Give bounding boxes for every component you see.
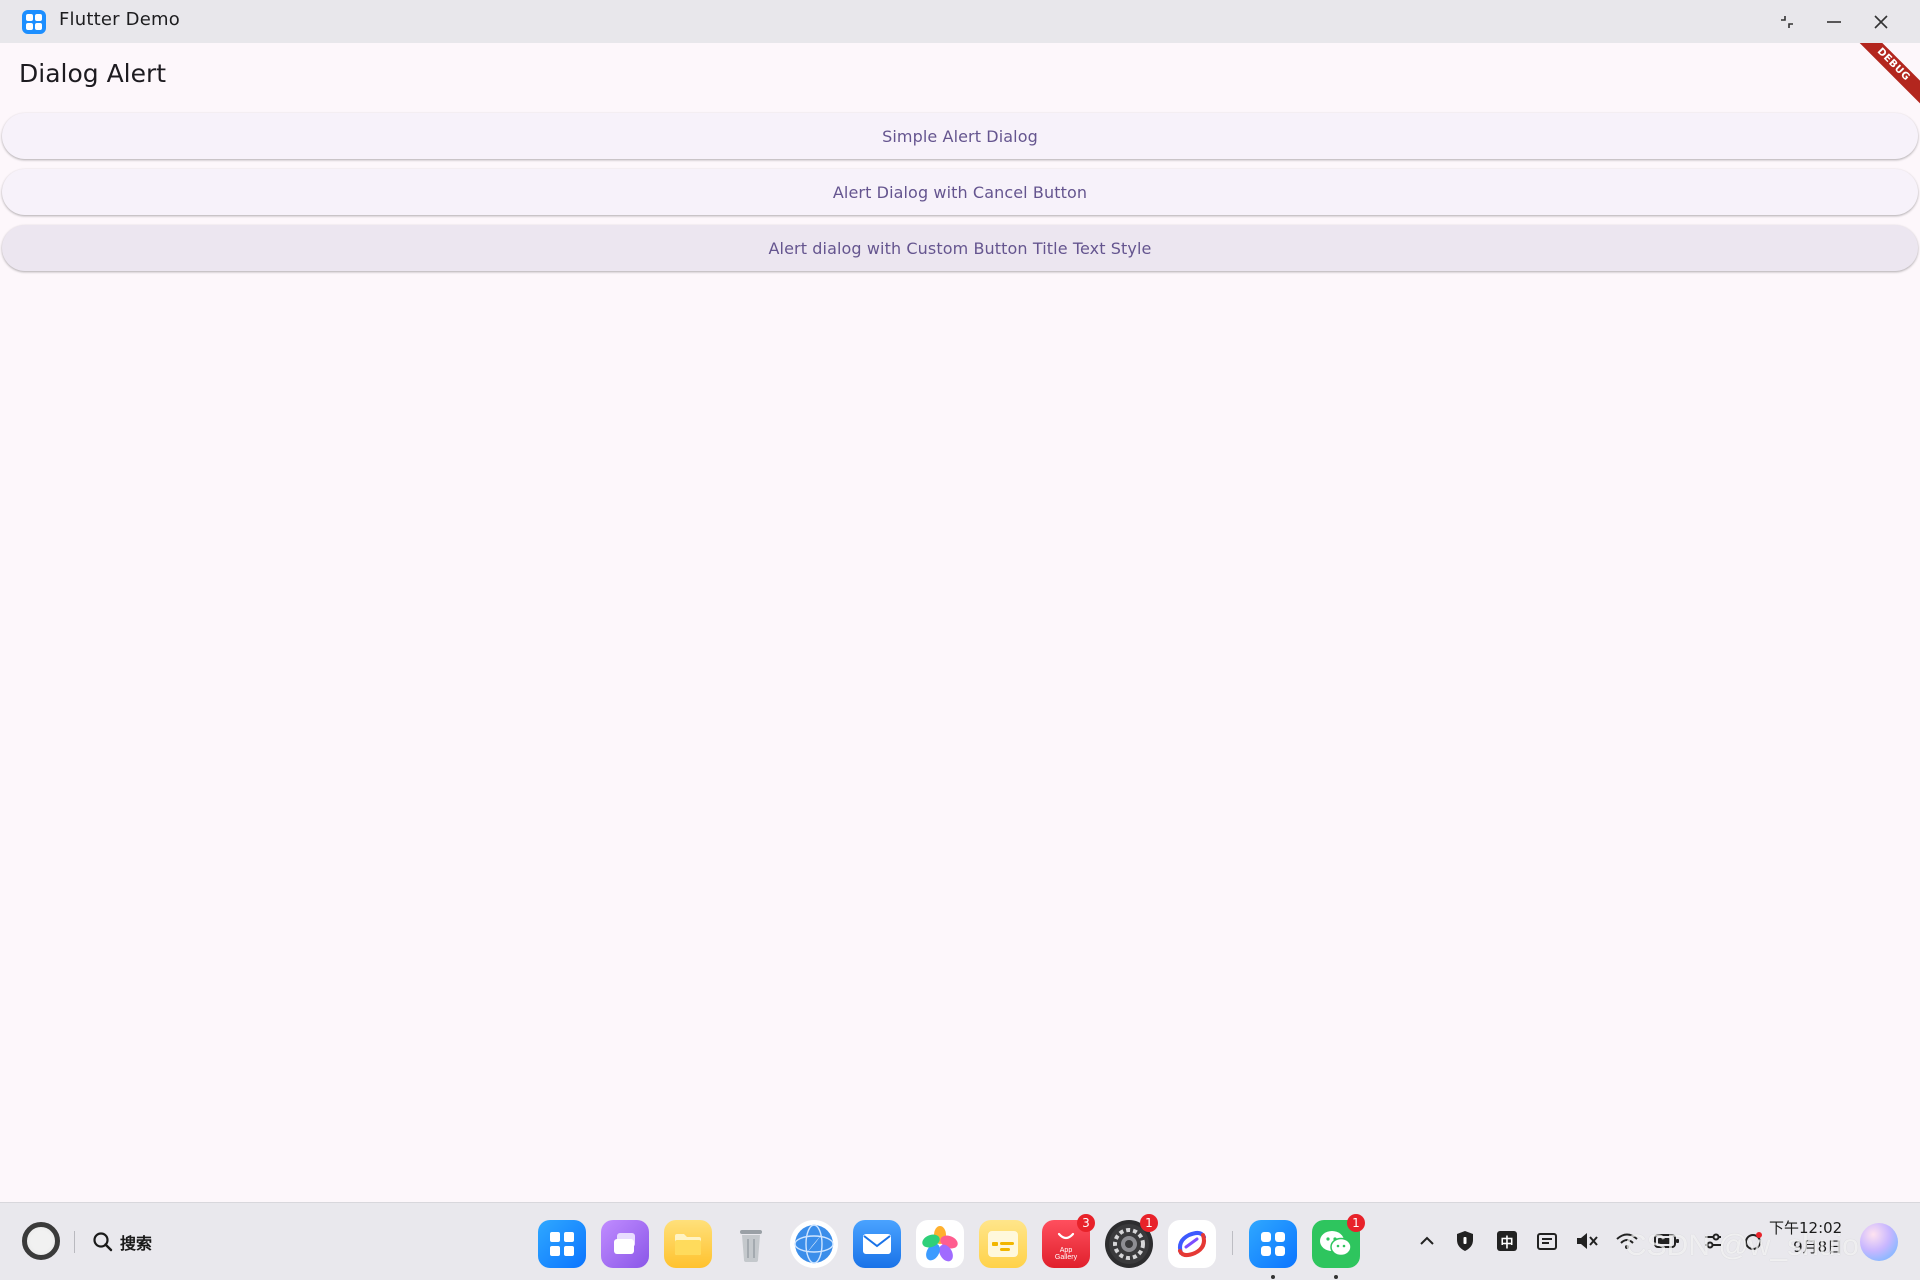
search-label: 搜索	[120, 1234, 153, 1253]
restore-button[interactable]	[1772, 8, 1802, 36]
notification-badge: 1	[1347, 1214, 1365, 1232]
devtool-button[interactable]	[1168, 1220, 1216, 1268]
notification-badge: 1	[1140, 1214, 1158, 1232]
close-button[interactable]	[1866, 8, 1896, 36]
flutter-demo-button[interactable]	[1249, 1220, 1297, 1279]
minimize-button[interactable]	[1819, 8, 1849, 36]
gallery-button[interactable]	[916, 1220, 964, 1268]
tray-input-method[interactable]: 中	[1493, 1227, 1521, 1255]
running-indicator	[1334, 1275, 1338, 1279]
taskbar-divider	[74, 1231, 75, 1253]
assistant-button[interactable]	[1860, 1223, 1898, 1261]
flutter-demo-icon	[1261, 1232, 1285, 1256]
launcher-icon	[550, 1232, 574, 1256]
dock-separator	[1232, 1231, 1233, 1255]
page-title: Dialog Alert	[19, 59, 167, 88]
tray-security[interactable]	[1451, 1227, 1479, 1255]
svg-text:App: App	[1060, 1247, 1073, 1254]
alert-dialog-custom-style-button[interactable]: Alert dialog with Custom Button Title Te…	[2, 225, 1918, 271]
files-button[interactable]	[664, 1220, 712, 1268]
browser-icon	[794, 1224, 834, 1264]
simple-alert-dialog-button[interactable]: Simple Alert Dialog	[2, 113, 1918, 159]
start-button[interactable]	[22, 1222, 60, 1260]
app-content: Dialog Alert DEBUG Simple Alert Dialog A…	[0, 43, 1920, 1202]
multitask-icon	[614, 1233, 635, 1254]
chevron-up-icon	[1420, 1236, 1434, 1245]
taskbar: 搜索 App Gallery 3 1 1 中 下午12:02 9月8日 CSDN…	[0, 1202, 1920, 1280]
tray-clipboard[interactable]	[1533, 1227, 1561, 1255]
minimize-icon	[1827, 21, 1841, 23]
watermark-text: CSDN @w_shuio	[1625, 1229, 1859, 1262]
shield-icon	[1457, 1231, 1473, 1251]
trash-icon	[740, 1230, 762, 1262]
tray-volume[interactable]	[1573, 1227, 1601, 1255]
mute-icon	[1577, 1233, 1598, 1249]
mail-icon	[863, 1234, 891, 1254]
running-indicator	[1271, 1275, 1275, 1279]
notes-button[interactable]	[979, 1220, 1027, 1268]
search-icon	[93, 1232, 113, 1252]
notification-badge: 3	[1077, 1214, 1095, 1232]
browser-button[interactable]	[790, 1220, 838, 1268]
window-title: Flutter Demo	[59, 9, 180, 30]
multitask-button[interactable]	[601, 1220, 649, 1268]
notes-icon	[988, 1231, 1018, 1257]
alert-dialog-cancel-button[interactable]: Alert Dialog with Cancel Button	[2, 169, 1918, 215]
clipboard-icon	[1537, 1233, 1557, 1250]
wechat-icon	[1320, 1231, 1352, 1257]
svg-text:Gallery: Gallery	[1055, 1254, 1078, 1261]
launcher-button[interactable]	[538, 1220, 586, 1268]
trash-button[interactable]	[727, 1220, 775, 1268]
mail-button[interactable]	[853, 1220, 901, 1268]
appgallery-button[interactable]: App Gallery 3	[1042, 1214, 1095, 1268]
tray-expand-button[interactable]	[1413, 1227, 1441, 1255]
input-method-label: 中	[1500, 1235, 1514, 1251]
restore-icon	[1781, 16, 1793, 28]
window-titlebar: Flutter Demo	[0, 0, 1920, 43]
debug-banner: DEBUG	[1841, 43, 1920, 117]
taskbar-search[interactable]: 搜索	[92, 1229, 152, 1255]
app-icon	[22, 10, 46, 34]
wechat-button[interactable]: 1	[1312, 1214, 1365, 1279]
files-icon	[675, 1234, 701, 1255]
close-icon	[1874, 15, 1888, 29]
devtool-icon	[1178, 1230, 1206, 1258]
gallery-icon	[922, 1226, 958, 1262]
settings-button[interactable]: 1	[1105, 1214, 1158, 1268]
